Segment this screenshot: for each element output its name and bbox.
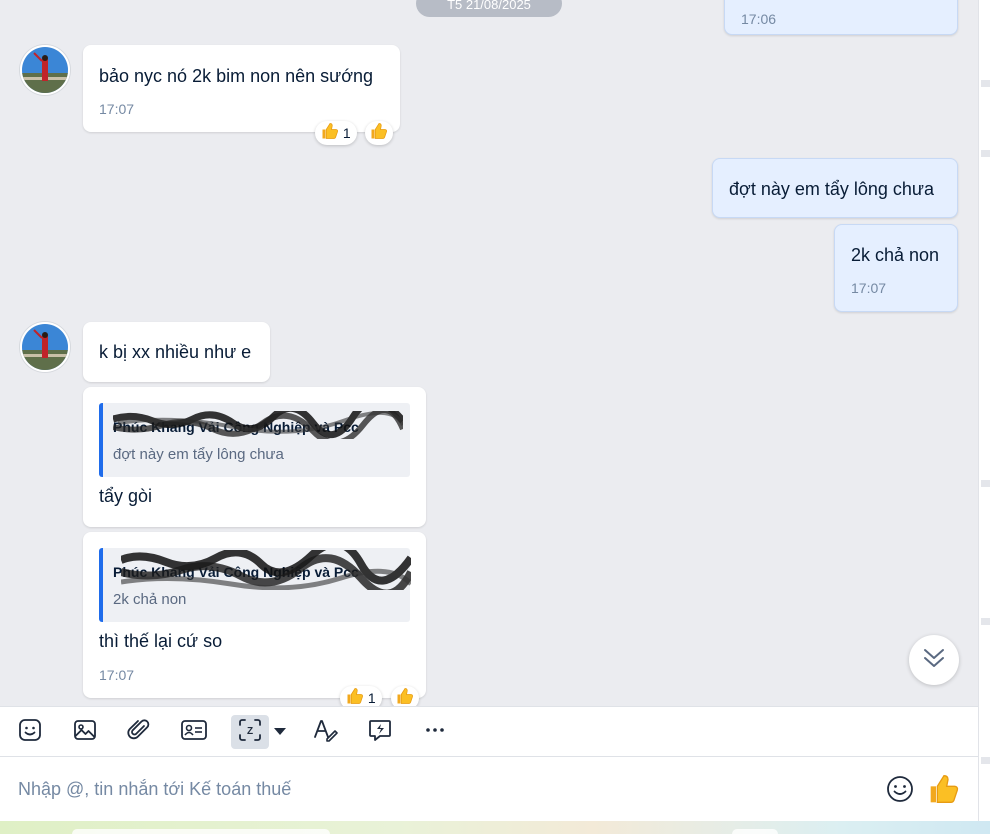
thumbs-up-icon	[396, 687, 414, 706]
incoming-reply-bubble[interactable]: Phúc Khang Vải Công Nghiệp và Pcc 2k chả…	[83, 532, 426, 698]
contact-avatar[interactable]	[20, 45, 70, 95]
emoji-icon	[885, 776, 915, 808]
outgoing-message-bubble[interactable]: 17:06	[724, 0, 958, 35]
reaction-summary[interactable]: 1	[340, 686, 382, 706]
taskbar	[0, 821, 990, 834]
add-reaction-button[interactable]	[391, 686, 419, 706]
reaction-count: 1	[342, 125, 351, 141]
message-text: tẩy gòi	[99, 486, 153, 506]
thumbs-up-icon	[321, 122, 339, 147]
chat-area[interactable]: T5 21/08/2025 17:06 bảo nyc nó 2k bim no…	[0, 0, 978, 706]
message-time: 17:07	[99, 667, 135, 683]
message-text: thì thế lại cứ so	[99, 631, 223, 651]
outgoing-message-bubble[interactable]: 2k chả non 17:07	[834, 224, 958, 312]
image-icon	[72, 717, 98, 748]
screenshot-button[interactable]: Z	[231, 715, 269, 749]
sticker-icon	[17, 717, 43, 748]
quoted-text: 2k chả non	[113, 591, 187, 608]
screenshot-icon: Z	[236, 716, 264, 749]
quoted-message[interactable]: Phúc Khang Vải Công Nghiệp và Pcc 2k chả…	[99, 548, 411, 622]
screenshot-options-dropdown[interactable]	[268, 715, 292, 749]
attach-file-button[interactable]	[122, 715, 156, 749]
svg-text:Z: Z	[247, 726, 253, 737]
thumbs-up-icon	[370, 122, 388, 147]
sticker-button[interactable]	[13, 715, 47, 749]
more-options-button[interactable]	[418, 715, 452, 749]
message-text: 2k chả non	[851, 245, 940, 265]
message-text: bảo nyc nó 2k bim non nên sướng	[99, 66, 374, 86]
composer-toolbar: Z	[0, 706, 978, 757]
reaction-count: 1	[367, 690, 376, 706]
quoted-text: đợt này em tẩy lông chưa	[113, 446, 284, 463]
message-time: 17:06	[741, 11, 777, 27]
contact-avatar[interactable]	[20, 322, 70, 372]
quick-message-icon	[367, 717, 393, 748]
send-image-button[interactable]	[68, 715, 102, 749]
incoming-reply-bubble[interactable]: Phúc Khang Vải Công Nghiệp và Pcc đợt nà…	[83, 387, 426, 527]
message-text: k bị xx nhiều như e	[99, 342, 252, 362]
date-separator: T5 21/08/2025	[416, 0, 562, 17]
quick-like-button[interactable]	[928, 773, 960, 805]
format-text-icon	[312, 717, 338, 748]
message-time: 17:07	[99, 101, 135, 117]
redaction-scribble	[113, 411, 403, 439]
redaction-scribble	[121, 550, 411, 590]
quoted-message[interactable]: Phúc Khang Vải Công Nghiệp và Pcc đợt nà…	[99, 403, 410, 477]
text-format-button[interactable]	[308, 715, 342, 749]
contact-card-icon	[180, 717, 208, 748]
emoji-button[interactable]	[885, 774, 915, 804]
incoming-message-bubble[interactable]: bảo nyc nó 2k bim non nên sướng 17:07	[83, 45, 400, 132]
double-chevron-down-icon	[920, 644, 948, 677]
outgoing-message-bubble[interactable]: đợt này em tẩy lông chưa	[712, 158, 958, 218]
more-icon	[422, 717, 448, 748]
message-text: đợt này em tẩy lông chưa	[729, 179, 934, 199]
attachment-icon	[126, 717, 152, 748]
incoming-message-bubble[interactable]: k bị xx nhiều như e	[83, 322, 270, 382]
message-input[interactable]	[18, 777, 858, 801]
reaction-summary[interactable]: 1	[315, 121, 357, 145]
add-reaction-button[interactable]	[365, 121, 393, 145]
right-panel-edge	[978, 0, 990, 834]
thumbs-up-icon	[346, 687, 364, 706]
send-contact-card-button[interactable]	[177, 715, 211, 749]
message-composer	[0, 757, 978, 821]
taskbar-item[interactable]	[732, 829, 778, 834]
caret-down-icon	[273, 723, 287, 741]
scroll-to-bottom-button[interactable]	[909, 635, 959, 685]
quick-message-button[interactable]	[363, 715, 397, 749]
thumbs-up-icon	[928, 774, 960, 809]
taskbar-item[interactable]	[72, 829, 330, 834]
message-time: 17:07	[851, 280, 887, 296]
